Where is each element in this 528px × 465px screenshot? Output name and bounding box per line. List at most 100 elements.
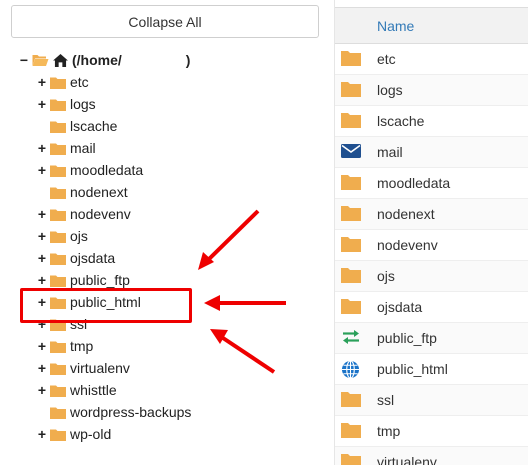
- tree-item-public-ftp[interactable]: + public_ftp: [36, 270, 130, 290]
- tree-item-wp-old[interactable]: + wp-old: [36, 424, 111, 444]
- open-folder-icon: [32, 55, 49, 66]
- folder-icon: [341, 267, 361, 285]
- tree-item-nodevenv[interactable]: + nodevenv: [36, 204, 131, 224]
- expand-toggle-icon[interactable]: +: [36, 163, 48, 177]
- folder-icon: [50, 362, 66, 375]
- expand-toggle-icon[interactable]: +: [36, 97, 48, 111]
- file-name[interactable]: nodevenv: [377, 237, 438, 253]
- tree-item-label[interactable]: mail: [70, 140, 96, 156]
- tree-item-nodenext[interactable]: nodenext: [36, 182, 128, 202]
- file-row-public-ftp[interactable]: public_ftp: [335, 323, 528, 354]
- tree-item-label[interactable]: etc: [70, 74, 89, 90]
- tree-item-label[interactable]: moodledata: [70, 162, 143, 178]
- file-name[interactable]: lscache: [377, 113, 424, 129]
- tree-item-etc[interactable]: + etc: [36, 72, 89, 92]
- root-path-label: (/home/: [72, 52, 122, 68]
- folder-icon: [341, 112, 361, 130]
- root-path-suffix: ): [185, 52, 191, 68]
- expand-toggle-icon[interactable]: +: [36, 251, 48, 265]
- tree-item-label[interactable]: tmp: [70, 338, 93, 354]
- file-name[interactable]: etc: [377, 51, 396, 67]
- tree-item-label[interactable]: ojsdata: [70, 250, 115, 266]
- mail-icon: [341, 143, 361, 161]
- tree-item-label[interactable]: nodenext: [70, 184, 128, 200]
- file-row-public-html[interactable]: public_html: [335, 354, 528, 385]
- folder-icon: [341, 422, 361, 440]
- file-row-ojs[interactable]: ojs: [335, 261, 528, 292]
- expand-toggle-icon[interactable]: +: [36, 383, 48, 397]
- folder-icon: [50, 208, 66, 221]
- file-row-logs[interactable]: logs: [335, 75, 528, 106]
- file-name[interactable]: moodledata: [377, 175, 450, 191]
- directory-tree-panel: Collapse All − (/home/ ) + etc + logs lscach…: [0, 0, 330, 465]
- expand-toggle-icon[interactable]: +: [36, 229, 48, 243]
- tree-item-ojs[interactable]: + ojs: [36, 226, 88, 246]
- tree-root[interactable]: − (/home/ ): [18, 50, 191, 70]
- tree-item-label[interactable]: whisttle: [70, 382, 117, 398]
- file-name[interactable]: nodenext: [377, 206, 435, 222]
- tree-item-label[interactable]: public_ftp: [70, 272, 130, 288]
- name-column-header[interactable]: Name: [377, 18, 414, 34]
- tree-item-logs[interactable]: + logs: [36, 94, 96, 114]
- tree-item-moodledata[interactable]: + moodledata: [36, 160, 143, 180]
- collapse-toggle-icon[interactable]: −: [18, 53, 30, 67]
- folder-icon: [341, 391, 361, 409]
- file-row-nodenext[interactable]: nodenext: [335, 199, 528, 230]
- file-row-virtualenv[interactable]: virtualenv: [335, 447, 528, 465]
- file-row-ssl[interactable]: ssl: [335, 385, 528, 416]
- file-name[interactable]: ojsdata: [377, 299, 422, 315]
- tree-item-label[interactable]: wp-old: [70, 426, 111, 442]
- file-row-nodevenv[interactable]: nodevenv: [335, 230, 528, 261]
- folder-icon: [50, 186, 66, 199]
- file-row-etc[interactable]: etc: [335, 44, 528, 75]
- tree-item-label[interactable]: virtualenv: [70, 360, 130, 376]
- folder-icon: [50, 340, 66, 353]
- expand-toggle-icon[interactable]: +: [36, 75, 48, 89]
- expand-toggle-icon[interactable]: +: [36, 339, 48, 353]
- tree-item-whisttle[interactable]: + whisttle: [36, 380, 117, 400]
- tree-item-mail[interactable]: + mail: [36, 138, 96, 158]
- folder-icon: [341, 453, 361, 465]
- collapse-all-button[interactable]: Collapse All: [11, 5, 319, 38]
- expand-toggle-icon[interactable]: +: [36, 141, 48, 155]
- expand-toggle-icon[interactable]: +: [36, 427, 48, 441]
- tree-item-lscache[interactable]: lscache: [36, 116, 117, 136]
- folder-icon: [50, 274, 66, 287]
- expand-toggle-icon[interactable]: +: [36, 207, 48, 221]
- file-name[interactable]: ojs: [377, 268, 395, 284]
- tree-item-wordpress-backups[interactable]: wordpress-backups: [36, 402, 191, 422]
- file-row-lscache[interactable]: lscache: [335, 106, 528, 137]
- tree-item-tmp[interactable]: + tmp: [36, 336, 93, 356]
- file-row-moodledata[interactable]: moodledata: [335, 168, 528, 199]
- file-name[interactable]: ssl: [377, 392, 394, 408]
- tree-item-label[interactable]: lscache: [70, 118, 117, 134]
- file-name[interactable]: virtualenv: [377, 454, 437, 465]
- folder-icon: [50, 406, 66, 419]
- expand-toggle-icon[interactable]: +: [36, 273, 48, 287]
- folder-icon: [50, 164, 66, 177]
- folder-icon: [341, 174, 361, 192]
- folder-icon: [50, 120, 66, 133]
- folder-icon: [341, 81, 361, 99]
- tree-item-label[interactable]: ojs: [70, 228, 88, 244]
- file-name[interactable]: mail: [377, 144, 403, 160]
- tree-item-ojsdata[interactable]: + ojsdata: [36, 248, 115, 268]
- tree-item-label[interactable]: nodevenv: [70, 206, 131, 222]
- globe-icon: [341, 360, 361, 379]
- tree-item-label[interactable]: wordpress-backups: [70, 404, 191, 420]
- file-name[interactable]: public_html: [377, 361, 448, 377]
- file-name[interactable]: public_ftp: [377, 330, 437, 346]
- file-row-tmp[interactable]: tmp: [335, 416, 528, 447]
- expand-toggle-icon[interactable]: +: [36, 361, 48, 375]
- file-name[interactable]: logs: [377, 82, 403, 98]
- folder-icon: [50, 76, 66, 89]
- folder-icon: [341, 298, 361, 316]
- file-row-ojsdata[interactable]: ojsdata: [335, 292, 528, 323]
- tree-item-label[interactable]: logs: [70, 96, 96, 112]
- file-row-mail[interactable]: mail: [335, 137, 528, 168]
- tree-item-virtualenv[interactable]: + virtualenv: [36, 358, 130, 378]
- folder-icon: [50, 252, 66, 265]
- file-name[interactable]: tmp: [377, 423, 400, 439]
- file-list-panel: Name etc logs lscache mail moodledata nodenex…: [334, 0, 528, 465]
- folder-icon: [50, 384, 66, 397]
